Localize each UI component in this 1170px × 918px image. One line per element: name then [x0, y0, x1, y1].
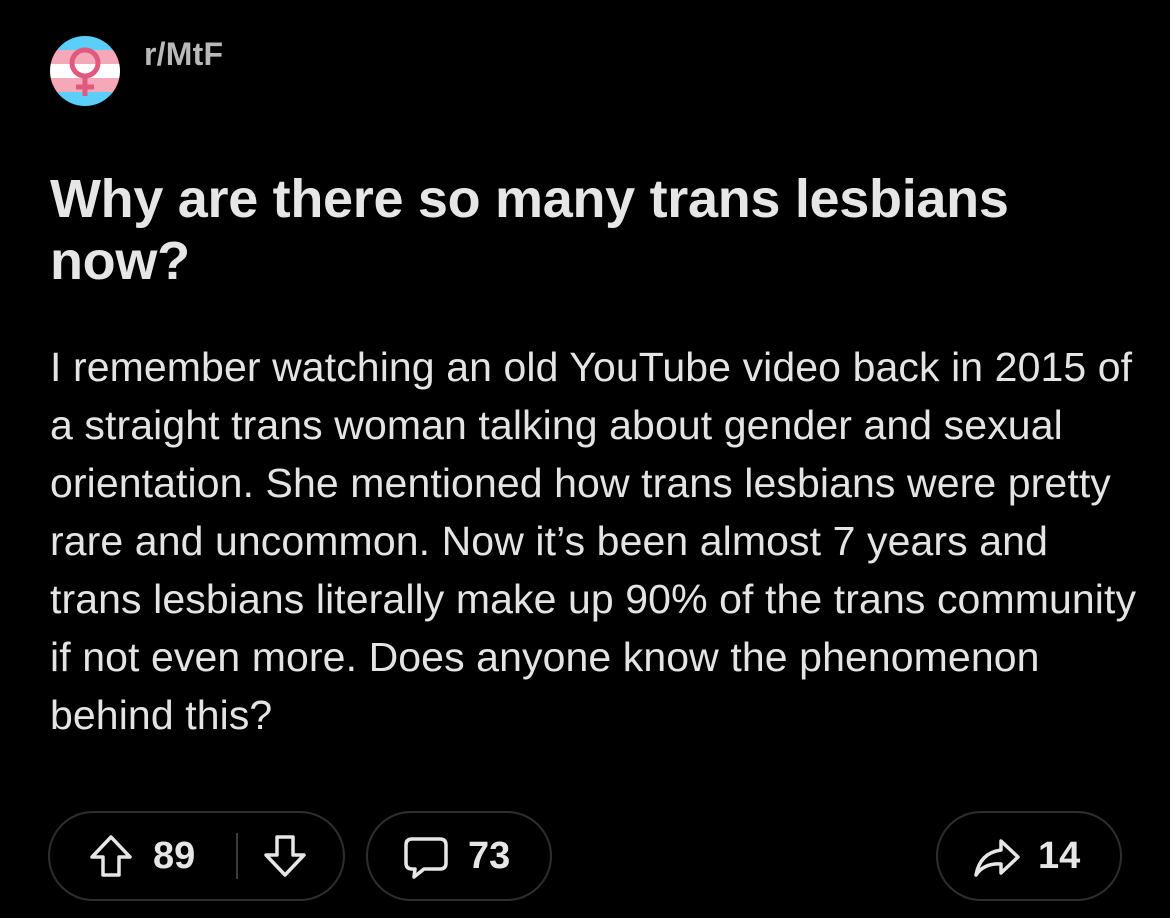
comments-button[interactable]: 73 [366, 811, 552, 901]
downvote-button[interactable] [262, 813, 308, 899]
arrow-up-icon [90, 835, 132, 877]
post-title: Why are there so many trans lesbians now… [50, 169, 1009, 291]
share-arrow-icon [974, 839, 1020, 877]
post-body: I remember watching an old YouTube video… [50, 344, 1137, 738]
upvote-count: 89 [153, 835, 196, 877]
speech-bubble-icon [404, 837, 448, 879]
share-count: 14 [1038, 835, 1081, 877]
subreddit-name[interactable]: r/MtF [144, 36, 223, 73]
subreddit-avatar[interactable] [50, 36, 120, 106]
vote-divider [236, 833, 238, 879]
share-button[interactable]: 14 [936, 811, 1122, 901]
upvote-button[interactable] [88, 813, 134, 899]
arrow-down-icon [264, 835, 306, 877]
trans-flag-female-symbol-icon [50, 36, 120, 106]
post-header: r/MtF [50, 36, 223, 108]
post-action-bar: 89 73 14 [48, 811, 1122, 905]
vote-controls: 89 [48, 811, 345, 901]
comment-count: 73 [468, 835, 511, 877]
